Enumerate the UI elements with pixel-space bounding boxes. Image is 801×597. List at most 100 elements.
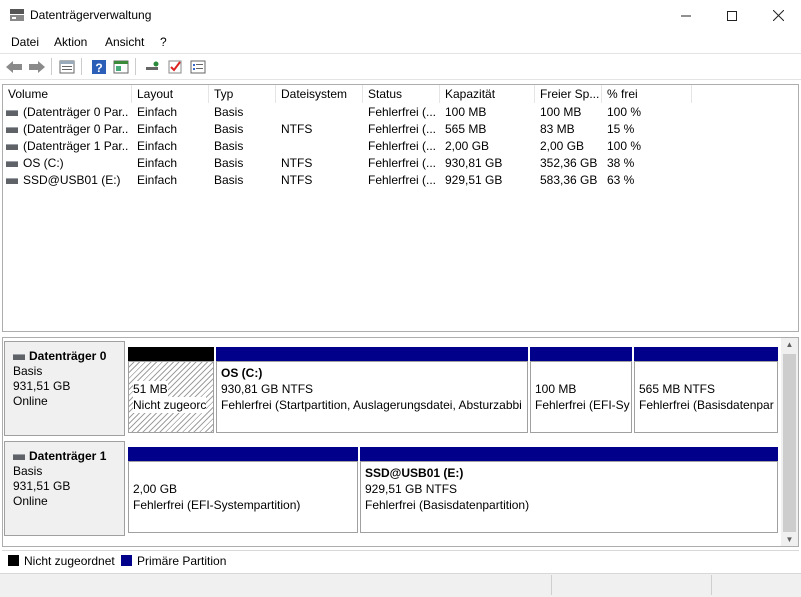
volume-name-cell: SSD@USB01 (E:) — [6, 172, 129, 189]
partition-size: 929,51 GB NTFS — [365, 482, 458, 496]
table-cell: 100 MB — [540, 105, 582, 119]
table-cell: 2,00 GB — [540, 139, 585, 153]
maximize-icon[interactable] — [709, 0, 755, 31]
table-cell — [281, 138, 362, 155]
column-header[interactable]: Typ — [209, 85, 276, 103]
table-cell: Einfach — [137, 139, 178, 153]
disk-icon — [13, 353, 25, 360]
volume-name-cell: (Datenträger 0 Par... — [6, 121, 129, 138]
table-cell: 100 % — [607, 139, 642, 153]
disk-type: Basis — [13, 364, 43, 378]
check-icon[interactable] — [166, 58, 184, 75]
column-header[interactable]: Kapazität — [440, 85, 535, 103]
disk-1-label[interactable]: Datenträger 1 Basis 931,51 GB Online — [4, 441, 125, 536]
table-cell: Fehlerfrei (... — [368, 105, 437, 119]
partition-os[interactable]: OS (C:) 930,81 GB NTFS Fehlerfrei (Start… — [216, 361, 528, 433]
table-cell: Fehlerfrei (... — [368, 173, 437, 187]
legend-primary-label: Primäre Partition — [137, 554, 227, 568]
disk-type: Basis — [13, 464, 43, 478]
partition-size: 51 MB — [133, 381, 168, 397]
scroll-up-icon[interactable]: ▲ — [784, 340, 795, 351]
volume-icon — [6, 143, 18, 150]
table-cell: 930,81 GB — [445, 156, 503, 170]
table-cell: 38 % — [607, 156, 635, 170]
partition-size: 930,81 GB NTFS — [221, 382, 314, 396]
disk-name: Datenträger 0 — [29, 349, 107, 363]
properties-icon[interactable] — [58, 58, 76, 75]
partition-efi[interactable]: 100 MB Fehlerfrei (EFI-Sy — [530, 361, 632, 433]
table-cell: 100 MB — [445, 105, 487, 119]
volume-icon — [6, 160, 18, 167]
partition-bar-recovery — [634, 347, 778, 361]
volume-name: (Datenträger 0 Par... — [23, 122, 129, 136]
legend-primary-swatch — [121, 555, 132, 566]
partition-status: Nicht zugeorc — [133, 397, 207, 413]
table-cell: NTFS — [281, 122, 313, 136]
toolbar-separator — [135, 58, 136, 75]
partition-ssd[interactable]: SSD@USB01 (E:) 929,51 GB NTFS Fehlerfrei… — [360, 461, 778, 533]
menu-ansicht[interactable]: Ansicht — [105, 35, 144, 49]
menu-datei[interactable]: Datei — [11, 35, 39, 49]
column-header[interactable]: % frei — [602, 85, 692, 103]
back-icon[interactable] — [5, 58, 23, 75]
menu-help[interactable]: ? — [160, 35, 167, 49]
column-header[interactable]: Status — [363, 85, 440, 103]
volume-icon — [6, 177, 18, 184]
table-cell: Basis — [214, 173, 244, 187]
partition-size: 2,00 GB — [133, 482, 178, 496]
table-cell: 2,00 GB — [445, 139, 490, 153]
column-header[interactable]: Freier Sp... — [535, 85, 602, 103]
table-cell: 100 % — [607, 105, 642, 119]
partition-size: 565 MB NTFS — [639, 382, 716, 396]
table-cell: Einfach — [137, 156, 178, 170]
table-cell: Fehlerfrei (... — [368, 139, 437, 153]
partition-efi-disk1[interactable]: 2,00 GB Fehlerfrei (EFI-Systempartition) — [128, 461, 358, 533]
table-cell: 565 MB — [445, 122, 487, 136]
partition-title: SSD@USB01 (E:) — [365, 466, 464, 480]
table-cell: Einfach — [137, 105, 178, 119]
table-cell: NTFS — [281, 173, 313, 187]
console-icon[interactable] — [112, 58, 130, 75]
table-cell: 15 % — [607, 122, 635, 136]
close-icon[interactable] — [755, 0, 801, 31]
partition-status: Fehlerfrei (Startpartition, Auslagerungs… — [221, 398, 522, 412]
partition-size: 100 MB — [535, 382, 577, 396]
table-cell: Basis — [214, 105, 244, 119]
help-icon[interactable]: ? — [90, 58, 108, 75]
table-cell: Einfach — [137, 173, 178, 187]
volume-name: (Datenträger 1 Par... — [23, 139, 129, 153]
column-header[interactable]: Layout — [132, 85, 209, 103]
table-cell: 63 % — [607, 173, 635, 187]
table-cell: Fehlerfrei (... — [368, 122, 437, 136]
legend-unallocated-label: Nicht zugeordnet — [24, 554, 115, 568]
toolbar-separator — [51, 58, 52, 75]
partition-unallocated[interactable]: 51 MB Nicht zugeorc — [128, 361, 214, 433]
partition-status: Fehlerfrei (Basisdatenpar — [639, 398, 774, 412]
volume-name-cell: (Datenträger 1 Par... — [6, 138, 129, 155]
disk-0-label[interactable]: Datenträger 0 Basis 931,51 GB Online — [4, 341, 125, 436]
forward-icon[interactable] — [28, 58, 46, 75]
table-cell: NTFS — [281, 156, 313, 170]
disk-name: Datenträger 1 — [29, 449, 107, 463]
toolbar-separator — [81, 58, 82, 75]
column-header[interactable]: Dateisystem — [276, 85, 363, 103]
connect-icon[interactable] — [143, 58, 161, 75]
volume-name-cell: OS (C:) — [6, 155, 129, 172]
table-cell: Basis — [214, 122, 244, 136]
legend-unallocated-swatch — [8, 555, 19, 566]
disk-size: 931,51 GB — [13, 379, 71, 393]
partition-bar-efi-disk1 — [128, 447, 358, 461]
table-cell — [281, 104, 362, 121]
minimize-icon[interactable] — [663, 0, 709, 31]
menu-aktion[interactable]: Aktion — [54, 35, 87, 49]
volume-name: OS (C:) — [23, 156, 64, 170]
svg-text:?: ? — [95, 61, 102, 75]
status-bar-pane — [0, 575, 552, 595]
table-cell: 352,36 GB — [540, 156, 598, 170]
scrollbar-thumb[interactable] — [783, 354, 796, 532]
list-icon[interactable] — [189, 58, 207, 75]
column-header[interactable]: Volume — [3, 85, 132, 103]
partition-basic-data[interactable]: 565 MB NTFS Fehlerfrei (Basisdatenpar — [634, 361, 778, 433]
disk-management-app-icon — [9, 8, 25, 22]
scroll-down-icon[interactable]: ▼ — [784, 535, 795, 546]
